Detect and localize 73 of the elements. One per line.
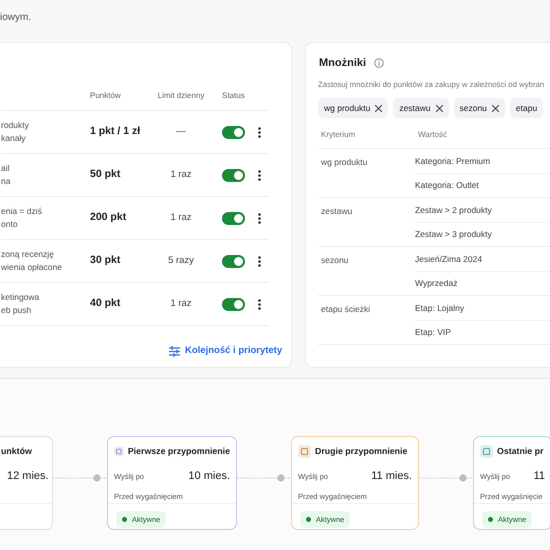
filter-chip[interactable]: sezonu xyxy=(454,98,505,118)
status-toggle[interactable] xyxy=(222,254,245,268)
value-text: Wyprzedaż xyxy=(415,277,458,290)
rule-description: na xyxy=(1,175,12,188)
note-icon xyxy=(114,445,124,458)
note-icon xyxy=(298,445,311,458)
timeline-connector xyxy=(419,472,473,484)
column-header: Kryterium xyxy=(318,122,415,150)
points-value: 1 pkt / 1 zł xyxy=(90,125,140,138)
rule-description: wienia opłacone xyxy=(1,261,63,274)
step-title: Drugie przypomnienie xyxy=(315,444,408,458)
sliders-icon xyxy=(169,346,180,357)
points-value: 200 pkt xyxy=(90,211,126,224)
more-icon[interactable] xyxy=(258,298,261,310)
status-toggle[interactable] xyxy=(222,126,245,138)
timeline-connector xyxy=(53,472,107,484)
intro-text: iowym. xyxy=(0,11,32,25)
delay-value: 10 mies. xyxy=(188,469,230,484)
column-header: Limit dzienny xyxy=(156,90,206,102)
more-icon[interactable] xyxy=(258,212,261,224)
limit-value: — xyxy=(175,124,187,139)
close-icon[interactable] xyxy=(492,104,499,112)
status-toggle[interactable] xyxy=(222,212,245,224)
points-value: 40 pkt xyxy=(90,297,120,310)
delay-value: 11 mies. xyxy=(371,469,412,484)
criterion-text: sezonu xyxy=(320,254,350,268)
rule-description: rodukty xyxy=(1,118,30,132)
value-text: Etap: Lojalny xyxy=(415,302,464,315)
step-title: Pierwsze przypomnienie xyxy=(128,444,230,458)
note-icon xyxy=(480,445,493,458)
column-header: Wartość xyxy=(415,122,550,150)
value-text: Zestaw > 2 produkty xyxy=(415,204,492,217)
column-header: Status xyxy=(222,90,246,102)
rule-description: eb push xyxy=(1,304,32,317)
info-icon[interactable] xyxy=(374,58,384,68)
status-toggle[interactable] xyxy=(222,168,245,182)
value-text: Etap: VIP xyxy=(415,326,451,340)
filter-chip[interactable]: wg produktu xyxy=(318,98,388,118)
criterion-text: zestawu xyxy=(320,205,354,218)
close-icon[interactable] xyxy=(375,104,382,112)
rule-description: ail xyxy=(1,162,11,175)
rule-description: kanały xyxy=(1,132,27,145)
value-text: Jesień/Zima 2024 xyxy=(415,252,482,266)
more-icon[interactable] xyxy=(258,126,261,138)
limit-value: 1 raz xyxy=(169,168,193,182)
points-value: 50 pkt xyxy=(90,168,120,180)
criterion-text: wg produktu xyxy=(320,156,368,170)
filter-chip[interactable]: etapu xyxy=(510,98,544,118)
value-text: Zestaw > 3 produkty xyxy=(415,228,492,242)
priority-link[interactable]: Kolejność i priorytety xyxy=(169,344,282,358)
step-title: Ostatnie pr xyxy=(497,444,544,458)
points-value: 30 pkt xyxy=(90,254,120,266)
value-text: Kategoria: Outlet xyxy=(415,179,479,192)
delay-value: 11 xyxy=(534,469,545,484)
rule-description: ketingowa xyxy=(1,290,40,304)
column-header: Punktów xyxy=(90,90,122,102)
more-icon[interactable] xyxy=(258,170,261,180)
criterion-text: etapu ścieżki xyxy=(320,303,372,316)
step-title: unktów xyxy=(1,444,32,458)
rule-description: enia = dziś xyxy=(1,204,43,218)
limit-value: 1 raz xyxy=(169,210,193,225)
close-icon[interactable] xyxy=(436,104,442,112)
value-text: Kategoria: Premium xyxy=(415,154,490,168)
card-title: Mnożniki xyxy=(319,56,366,71)
filter-chip[interactable]: zestawu xyxy=(393,98,448,118)
limit-value: 1 raz xyxy=(169,296,193,311)
timeline-connector xyxy=(237,472,291,484)
rule-description: onto xyxy=(1,218,19,231)
rule-description: zoną recenzję xyxy=(1,248,55,261)
status-toggle[interactable] xyxy=(222,298,245,310)
limit-value: 5 razy xyxy=(167,254,195,268)
more-icon[interactable] xyxy=(258,256,261,266)
delay-value: 12 mies. xyxy=(7,469,49,484)
